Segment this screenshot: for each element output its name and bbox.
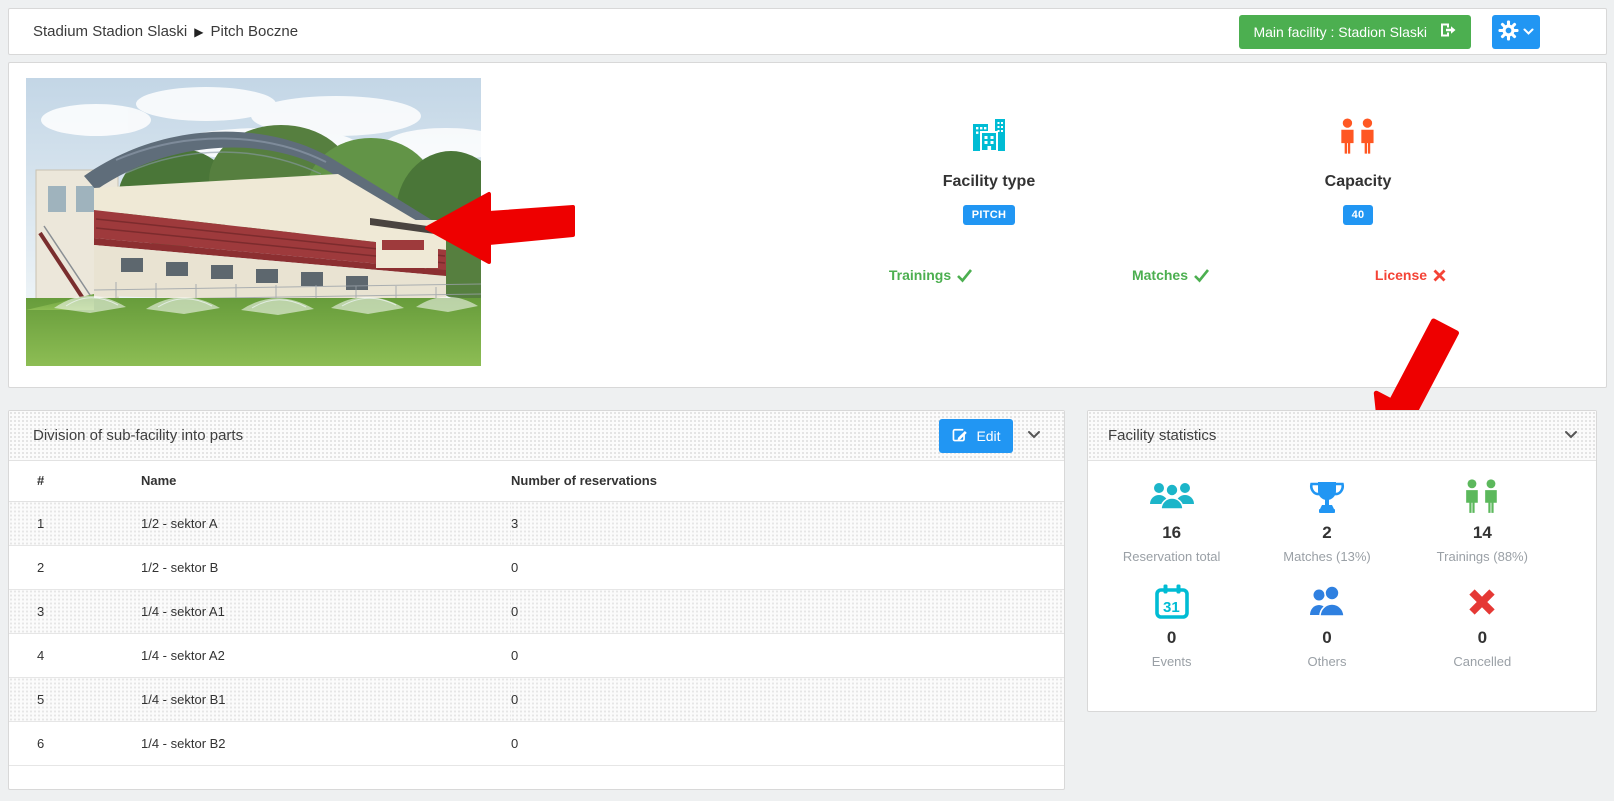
facility-type-badge: PITCH bbox=[963, 205, 1016, 225]
main-facility-label: Main facility : Stadion Slaski bbox=[1253, 24, 1427, 40]
capacity-badge: 40 bbox=[1343, 205, 1374, 225]
row-reservations: 0 bbox=[511, 677, 1064, 721]
row-index: 1 bbox=[9, 501, 141, 545]
row-name: 1/4 - sektor A2 bbox=[141, 633, 511, 677]
division-panel: Division of sub-facility into parts Edit… bbox=[8, 410, 1065, 790]
stat-cancelled: 0 Cancelled bbox=[1405, 582, 1560, 669]
col-index: # bbox=[9, 461, 141, 501]
stat-trainings: 14 Trainings (88%) bbox=[1405, 477, 1560, 564]
row-name: 1/4 - sektor B1 bbox=[141, 677, 511, 721]
breadcrumb-parent: Stadium Stadion Slaski bbox=[33, 23, 187, 40]
cross-icon bbox=[1427, 267, 1447, 283]
exit-icon bbox=[1437, 20, 1457, 43]
row-index: 6 bbox=[9, 721, 141, 765]
license-flag: License bbox=[1311, 267, 1511, 283]
people-icon bbox=[1405, 477, 1560, 517]
check-icon bbox=[1188, 267, 1210, 283]
division-collapse-chevron-icon[interactable] bbox=[1027, 428, 1041, 443]
matches-flag-label: Matches bbox=[1132, 267, 1188, 283]
breadcrumb-current: Pitch Boczne bbox=[210, 23, 298, 40]
row-reservations: 0 bbox=[511, 633, 1064, 677]
cancelled-x-icon bbox=[1405, 582, 1560, 622]
row-name: 1/2 - sektor A bbox=[141, 501, 511, 545]
breadcrumb: Stadium Stadion Slaski ▶ Pitch Boczne bbox=[33, 23, 298, 40]
group-icon bbox=[1094, 477, 1249, 517]
facility-type-label: Facility type bbox=[879, 173, 1099, 191]
trainings-flag: Trainings bbox=[831, 267, 1031, 283]
row-name: 1/4 - sektor A1 bbox=[141, 589, 511, 633]
row-index: 2 bbox=[9, 545, 141, 589]
row-reservations: 3 bbox=[511, 501, 1064, 545]
stat-value: 2 bbox=[1249, 523, 1404, 543]
buildings-icon bbox=[879, 115, 1099, 157]
license-flag-label: License bbox=[1375, 267, 1427, 283]
stat-reservation-total: 16 Reservation total bbox=[1094, 477, 1249, 564]
row-index: 5 bbox=[9, 677, 141, 721]
edit-button[interactable]: Edit bbox=[939, 419, 1013, 453]
chevron-down-icon bbox=[1523, 24, 1534, 39]
trainings-flag-label: Trainings bbox=[889, 267, 951, 283]
top-bar: Stadium Stadion Slaski ▶ Pitch Boczne Ma… bbox=[8, 8, 1607, 55]
table-row[interactable]: 2 1/2 - sektor B 0 bbox=[9, 545, 1064, 589]
col-name: Name bbox=[141, 461, 511, 501]
row-reservations: 0 bbox=[511, 589, 1064, 633]
stat-label: Matches (13%) bbox=[1249, 549, 1404, 564]
facility-statistics-panel: Facility statistics 16 Reservation total bbox=[1087, 410, 1597, 712]
stat-matches: 2 Matches (13%) bbox=[1249, 477, 1404, 564]
col-reservations: Number of reservations bbox=[511, 461, 1064, 501]
settings-button[interactable] bbox=[1492, 15, 1540, 49]
table-row[interactable]: 5 1/4 - sektor B1 0 bbox=[9, 677, 1064, 721]
facility-type-block: Facility type PITCH bbox=[879, 115, 1099, 225]
row-reservations: 0 bbox=[511, 545, 1064, 589]
capacity-label: Capacity bbox=[1248, 173, 1468, 191]
row-index: 4 bbox=[9, 633, 141, 677]
row-index: 3 bbox=[9, 589, 141, 633]
facility-overview-panel: Facility type PITCH Capacity 40 Training… bbox=[8, 62, 1607, 388]
main-facility-button[interactable]: Main facility : Stadion Slaski bbox=[1239, 15, 1471, 49]
table-row[interactable]: 3 1/4 - sektor A1 0 bbox=[9, 589, 1064, 633]
stat-value: 0 bbox=[1094, 628, 1249, 648]
stat-value: 0 bbox=[1405, 628, 1560, 648]
edit-button-label: Edit bbox=[976, 428, 1000, 444]
edit-icon bbox=[951, 426, 968, 446]
capacity-people-icon bbox=[1248, 115, 1468, 157]
stat-value: 0 bbox=[1249, 628, 1404, 648]
matches-flag: Matches bbox=[1071, 267, 1271, 283]
breadcrumb-separator-icon: ▶ bbox=[194, 25, 203, 39]
calendar-icon: 31 bbox=[1094, 582, 1249, 622]
stat-value: 14 bbox=[1405, 523, 1560, 543]
table-row[interactable]: 1 1/2 - sektor A 3 bbox=[9, 501, 1064, 545]
row-reservations: 0 bbox=[511, 721, 1064, 765]
stat-value: 16 bbox=[1094, 523, 1249, 543]
row-name: 1/2 - sektor B bbox=[141, 545, 511, 589]
stat-events: 31 0 Events bbox=[1094, 582, 1249, 669]
svg-text:31: 31 bbox=[1163, 599, 1180, 616]
capacity-block: Capacity 40 bbox=[1248, 115, 1468, 225]
stat-others: 0 Others bbox=[1249, 582, 1404, 669]
facility-photo bbox=[26, 78, 481, 366]
check-icon bbox=[951, 267, 973, 283]
division-table: # Name Number of reservations 1 1/2 - se… bbox=[9, 461, 1064, 766]
stat-label: Others bbox=[1249, 654, 1404, 669]
gear-icon bbox=[1498, 20, 1519, 44]
table-row[interactable]: 4 1/4 - sektor A2 0 bbox=[9, 633, 1064, 677]
person-icon bbox=[1249, 582, 1404, 622]
stat-label: Reservation total bbox=[1094, 549, 1249, 564]
statistics-panel-title: Facility statistics bbox=[1108, 427, 1216, 444]
division-panel-title: Division of sub-facility into parts bbox=[33, 427, 243, 444]
table-header-row: # Name Number of reservations bbox=[9, 461, 1064, 501]
statistics-collapse-chevron-icon[interactable] bbox=[1564, 428, 1578, 443]
table-row[interactable]: 6 1/4 - sektor B2 0 bbox=[9, 721, 1064, 765]
row-name: 1/4 - sektor B2 bbox=[141, 721, 511, 765]
trophy-icon bbox=[1249, 477, 1404, 517]
stat-label: Events bbox=[1094, 654, 1249, 669]
stat-label: Trainings (88%) bbox=[1405, 549, 1560, 564]
stat-label: Cancelled bbox=[1405, 654, 1560, 669]
